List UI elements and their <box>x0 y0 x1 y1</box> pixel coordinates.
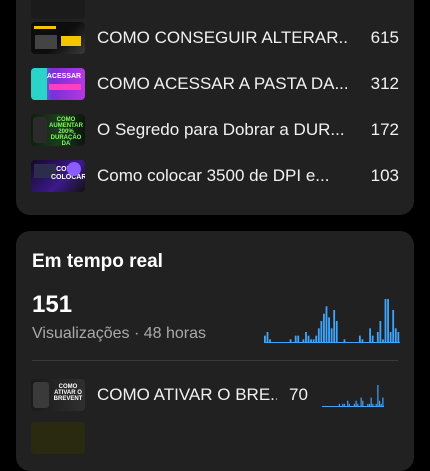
chart-bar <box>328 317 330 343</box>
chart-bar <box>348 403 350 407</box>
chart-bar <box>369 328 372 343</box>
chart-bar <box>379 321 382 343</box>
chart-bar <box>389 332 392 343</box>
chart-bar <box>355 400 357 407</box>
chart-bar <box>266 332 269 343</box>
video-realtime-bar-chart <box>321 385 384 407</box>
chart-bar <box>392 310 395 343</box>
chart-bar <box>312 339 315 343</box>
video-thumbnail: COMO AUMENTAR 200% DURAÇÃO DA BATERIA <box>31 114 85 146</box>
realtime-views-count: 151 <box>32 291 73 318</box>
list-item[interactable]: COMO CONSEGUIR ALTERAR... 615 <box>31 21 399 55</box>
list-item[interactable]: ACESSAR COMO ACESSAR A PASTA DA... 312 <box>31 67 399 101</box>
video-title: O Segredo para Dobrar a DUR... <box>97 120 345 139</box>
video-views: 172 <box>370 120 399 139</box>
video-thumbnail: ACESSAR <box>31 68 85 100</box>
chart-bar <box>375 403 377 407</box>
chart-bar <box>294 335 297 343</box>
chart-bar <box>377 385 379 407</box>
chart-bar <box>361 339 364 343</box>
list-item-partial[interactable] <box>31 421 399 455</box>
video-thumbnail <box>31 0 85 19</box>
realtime-bar-chart <box>264 299 400 343</box>
chart-bar <box>333 310 336 343</box>
realtime-card[interactable]: Em tempo real 151 Visualizações · 48 hor… <box>16 231 414 471</box>
thumbnail-text: COMO ATIVAR O BREVENT <box>53 384 83 402</box>
video-views: 615 <box>370 28 399 47</box>
chart-bar <box>394 328 397 343</box>
chart-bar <box>325 306 328 343</box>
chart-bar <box>357 403 359 407</box>
chart-bar <box>370 397 372 407</box>
video-views: 70 <box>289 385 308 404</box>
chart-bar <box>315 335 318 343</box>
chart-bar <box>305 332 307 343</box>
top-videos-card: COMO CONSEGUIR ALTERAR... 615 ACESSAR CO… <box>16 0 414 215</box>
chart-bar <box>320 321 323 343</box>
chart-bar <box>372 403 374 407</box>
video-thumbnail: COMO COLOCAR <box>31 160 85 192</box>
video-title: Como colocar 3500 de DPI e... <box>97 166 330 185</box>
chart-bar <box>343 339 346 343</box>
chart-bar <box>397 332 400 343</box>
video-thumbnail: COMO ATIVAR O BREVENT <box>31 379 85 411</box>
chart-bar <box>342 403 344 407</box>
chart-bar <box>264 335 266 343</box>
chart-bar <box>382 397 384 407</box>
chart-bar <box>307 335 310 343</box>
chart-bar <box>382 339 384 343</box>
chart-bar <box>378 400 381 407</box>
chart-bar <box>317 328 320 343</box>
chart-bar <box>335 321 338 343</box>
video-title: COMO CONSEGUIR ALTERAR... <box>97 28 347 47</box>
video-views: 312 <box>370 74 399 93</box>
chart-bar <box>371 335 374 343</box>
list-item[interactable]: COMO AUMENTAR 200% DURAÇÃO DA BATERIA O … <box>31 113 399 147</box>
chart-bar <box>347 400 349 407</box>
chart-bar <box>338 403 340 407</box>
video-thumbnail <box>31 422 85 454</box>
chart-bar <box>360 397 362 407</box>
chart-bar <box>387 299 389 343</box>
chart-bar <box>380 403 382 407</box>
chart-bar <box>302 339 305 343</box>
realtime-title: Em tempo real <box>32 251 163 272</box>
video-title: COMO ATIVAR O BRE... <box>97 385 277 404</box>
chart-bar <box>289 339 292 343</box>
chart-bar <box>353 403 355 407</box>
list-item[interactable]: COMO ATIVAR O BREVENT COMO ATIVAR O BRE.… <box>31 378 399 412</box>
chart-bar <box>362 400 364 407</box>
chart-bar <box>384 299 387 343</box>
realtime-views-label: Visualizações · 48 horas <box>32 325 207 342</box>
thumbnail-text: COMO AUMENTAR 200% DURAÇÃO DA BATERIA <box>49 117 83 146</box>
chart-bar <box>330 328 333 343</box>
chart-bar <box>367 403 369 407</box>
list-item[interactable]: COMO COLOCAR Como colocar 3500 de DPI e.… <box>31 159 399 193</box>
chart-bar <box>297 335 300 343</box>
divider <box>32 360 398 361</box>
chart-bar <box>269 339 271 343</box>
chart-bar <box>310 339 312 343</box>
chart-bar <box>376 332 379 343</box>
list-item-partial[interactable] <box>31 0 399 20</box>
chart-bar <box>343 403 345 407</box>
thumbnail-text: ACESSAR <box>46 73 82 80</box>
chart-bar <box>358 335 361 343</box>
video-thumbnail <box>31 22 85 54</box>
chart-bar <box>368 403 371 407</box>
chart-bar <box>323 313 325 343</box>
video-views: 103 <box>370 166 399 185</box>
video-title: COMO ACESSAR A PASTA DA... <box>97 74 347 93</box>
